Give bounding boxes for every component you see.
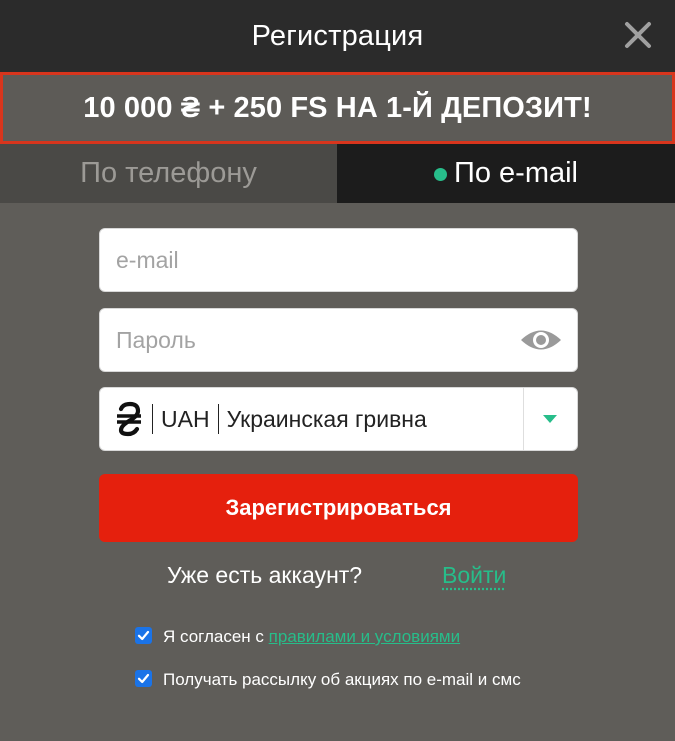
terms-checkbox[interactable] [135,627,152,644]
check-icon [137,673,150,684]
newsletter-agreement-row: Получать рассылку об акциях по e-mail и … [135,668,521,692]
close-button[interactable] [623,20,653,50]
terms-link[interactable]: правилами и условиями [269,627,460,646]
registration-tabs: По телефону По e-mail [0,144,675,203]
tab-by-email-label: По e-mail [454,157,578,189]
currency-select[interactable]: UAH Украинская гривна [99,387,578,451]
have-account-text: Уже есть аккаунт? [167,562,363,588]
tab-by-phone-label: По телефону [80,157,257,189]
eye-icon[interactable] [519,325,563,355]
newsletter-label: Получать рассылку об акциях по e-mail и … [163,670,521,689]
currency-name: Украинская гривна [226,405,427,432]
modal-title: Регистрация [251,19,424,52]
register-button[interactable]: Зарегистрироваться [99,474,578,542]
hryvnia-icon [117,401,141,437]
tab-by-email[interactable]: По e-mail [337,144,675,203]
promo-banner: 10 000 ₴ + 250 FS НА 1-Й ДЕПОЗИТ! [0,72,675,144]
terms-agreement-row: Я согласен с правилами и условиями [135,625,460,649]
promo-text: 10 000 ₴ + 250 FS НА 1-Й ДЕПОЗИТ! [83,91,592,124]
terms-prefix: Я согласен с [163,627,264,646]
modal-header: Регистрация [0,0,675,72]
tab-by-phone[interactable]: По телефону [0,144,337,203]
currency-code: UAH [161,405,210,432]
check-icon [137,630,150,641]
terms-label: Я согласен с правилами и условиями [163,625,460,649]
password-input[interactable] [100,309,496,371]
dropdown-divider [523,388,524,450]
password-field-box [99,308,578,372]
currency-separator [152,404,153,434]
email-field-box [99,228,578,292]
chevron-down-icon[interactable] [543,414,557,424]
close-icon [625,22,651,48]
active-tab-dot-icon [434,168,447,181]
currency-separator [217,404,219,434]
login-link[interactable]: Войти [442,562,506,589]
email-input[interactable] [100,229,496,291]
newsletter-checkbox[interactable] [135,670,152,687]
